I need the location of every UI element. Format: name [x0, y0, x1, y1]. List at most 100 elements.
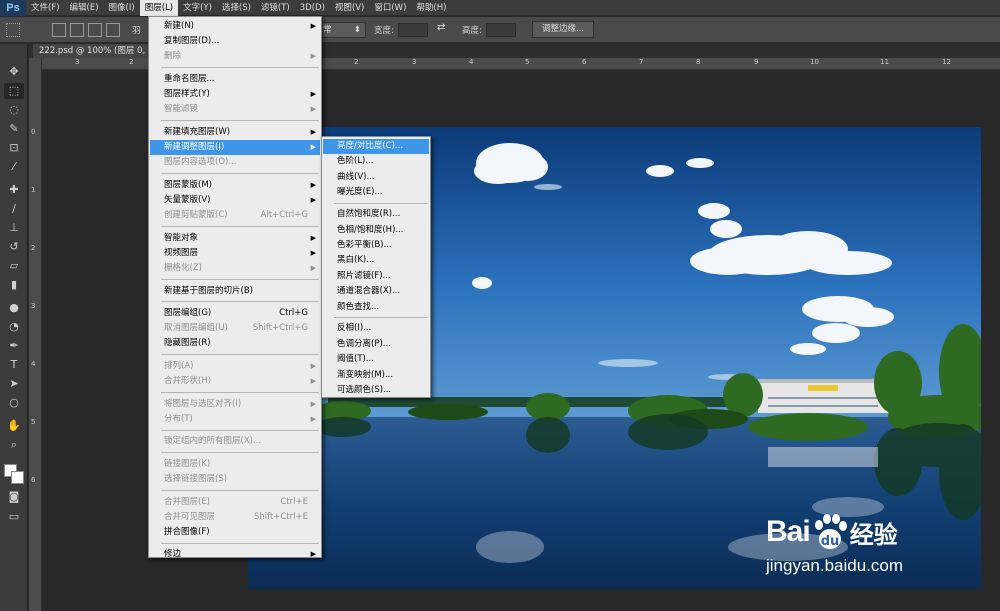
- menu-option[interactable]: 图层编组(G) Ctrl+G: [150, 306, 320, 321]
- type-icon[interactable]: T: [4, 357, 24, 373]
- menu-option[interactable]: 图层蒙版(M) ▶: [150, 178, 320, 193]
- menu-item-1[interactable]: 编辑(E): [65, 0, 104, 16]
- style-select[interactable]: 常 ⬍: [318, 22, 366, 38]
- menu-option[interactable]: 复制图层(D)...: [150, 34, 320, 49]
- hand-icon[interactable]: ✋: [4, 418, 24, 434]
- menu-option[interactable]: 自然饱和度(R)...: [323, 207, 429, 222]
- ruler-tick-label: 8: [696, 58, 701, 66]
- menu-item-7[interactable]: 3D(D): [295, 0, 330, 16]
- menu-item-8[interactable]: 视图(V): [330, 0, 369, 16]
- menu-option[interactable]: 重命名图层...: [150, 72, 320, 87]
- brush-icon[interactable]: ∕: [4, 201, 24, 217]
- rectangular-marquee-icon[interactable]: ⬚: [4, 83, 24, 99]
- ruler-tick-label: 9: [754, 58, 759, 66]
- menu-option-label: 图层内容选项(O)...: [164, 157, 237, 168]
- menu-separator: [161, 391, 319, 393]
- watermark-brand-2: 经验: [849, 521, 898, 549]
- menu-option[interactable]: 曝光度(E)...: [323, 185, 429, 200]
- crop-icon[interactable]: ⊡: [4, 140, 24, 156]
- spot-healing-icon[interactable]: ✚: [4, 182, 24, 198]
- menu-item-10[interactable]: 帮助(H): [411, 0, 451, 16]
- pen-icon[interactable]: ✒: [4, 338, 24, 354]
- menu-option[interactable]: 智能对象 ▶: [150, 231, 320, 246]
- blur-icon[interactable]: ●: [4, 300, 24, 316]
- menu-option[interactable]: 照片滤镜(F)...: [323, 269, 429, 284]
- menu-option[interactable]: 亮度/对比度(C)...: [323, 139, 429, 154]
- intersect-selection-icon[interactable]: [106, 23, 120, 37]
- vertical-ruler[interactable]: 0 1 2 3 4 5 6: [29, 58, 42, 611]
- width-input[interactable]: [398, 23, 428, 37]
- background-color-swatch[interactable]: [11, 471, 24, 484]
- menu-option[interactable]: 色调分离(P)...: [323, 337, 429, 352]
- menu-option-label: 智能对象: [164, 232, 199, 243]
- menu-option: 分布(T) ▶: [150, 412, 320, 427]
- menu-option-label: 自然饱和度(R)...: [337, 209, 401, 220]
- lasso-icon[interactable]: ◌: [4, 102, 24, 118]
- menu-option[interactable]: 修边 ▶: [150, 547, 320, 562]
- marquee-tool-preset-icon[interactable]: [6, 23, 20, 37]
- menu-item-9[interactable]: 窗口(W): [369, 0, 411, 16]
- gradient-icon[interactable]: ▮: [4, 277, 24, 293]
- menu-item-4[interactable]: 文字(Y): [178, 0, 217, 16]
- ruler-tick-label: 4: [469, 58, 474, 66]
- menu-option[interactable]: 颜色查找...: [323, 300, 429, 315]
- menu-option-label: 新建调整图层(J): [164, 142, 225, 152]
- menu-option[interactable]: 色相/饱和度(H)...: [323, 223, 429, 238]
- menu-option[interactable]: 新建(N) ▶: [150, 19, 320, 34]
- menu-option[interactable]: 阈值(T)...: [323, 352, 429, 367]
- menu-option[interactable]: 图层样式(Y) ▶: [150, 87, 320, 102]
- menu-option[interactable]: 黑白(K)...: [323, 253, 429, 268]
- menu-option[interactable]: 拼合图像(F): [150, 525, 320, 540]
- history-brush-icon[interactable]: ↺: [4, 239, 24, 255]
- menu-option[interactable]: 色彩平衡(B)...: [323, 238, 429, 253]
- menu-option[interactable]: 隐藏图层(R): [150, 336, 320, 351]
- eraser-icon[interactable]: ▱: [4, 258, 24, 274]
- quick-selection-icon[interactable]: ✎: [4, 121, 24, 137]
- menu-option: 创建剪贴蒙版(C) Alt+Ctrl+G: [150, 208, 320, 223]
- menu-option-label: 颜色查找...: [337, 301, 380, 312]
- menu-item-2[interactable]: 图像(I): [104, 0, 140, 16]
- menu-item-3[interactable]: 图层(L): [139, 0, 179, 16]
- menu-option[interactable]: 通道混合器(X)...: [323, 284, 429, 299]
- menu-option[interactable]: 反相(I)...: [323, 321, 429, 336]
- zoom-icon[interactable]: ⌕: [4, 437, 24, 453]
- move-tool-icon[interactable]: ✥: [4, 64, 24, 80]
- menu-option[interactable]: 可选颜色(S)...: [323, 383, 429, 398]
- ruler-tick-label: 1: [31, 186, 36, 194]
- ruler-tick-label: 7: [639, 58, 644, 66]
- menu-option-label: 隐藏图层(R): [164, 338, 211, 349]
- subtract-selection-icon[interactable]: [88, 23, 102, 37]
- menu-option[interactable]: 曲线(V)...: [323, 170, 429, 185]
- quick-mask-icon[interactable]: ◙: [4, 489, 24, 505]
- menu-item-5[interactable]: 选择(S): [217, 0, 256, 16]
- menu-separator: [161, 489, 319, 491]
- dodge-icon[interactable]: ◔: [4, 319, 24, 335]
- menu-option[interactable]: 渐变映射(M)...: [323, 368, 429, 383]
- menu-option-label: 图层样式(Y): [164, 89, 210, 100]
- watermark-url: jingyan.baidu.com: [766, 556, 904, 575]
- menu-option-label: 色相/饱和度(H)...: [337, 224, 404, 235]
- refine-edge-button[interactable]: 调整边缘...: [532, 21, 594, 38]
- submenu-arrow-icon: ▶: [310, 22, 316, 30]
- add-selection-icon[interactable]: [70, 23, 84, 37]
- clone-stamp-icon[interactable]: ⊥: [4, 220, 24, 236]
- menu-item-0[interactable]: 文件(F): [26, 0, 65, 16]
- screen-mode-icon[interactable]: ▭: [4, 509, 24, 525]
- new-selection-icon[interactable]: [52, 23, 66, 37]
- menu-item-6[interactable]: 滤镜(T): [256, 0, 295, 16]
- document-tab[interactable]: 222.psd @ 100% (图层 0, R: [33, 44, 160, 58]
- menu-option-label: 色调分离(P)...: [337, 338, 391, 349]
- height-input[interactable]: [486, 23, 516, 37]
- svg-text:du: du: [820, 534, 839, 549]
- menu-option[interactable]: 新建调整图层(J) ▶: [150, 140, 320, 155]
- menu-option[interactable]: 新建基于图层的切片(B): [150, 284, 320, 299]
- eyedropper-icon[interactable]: ⁄: [4, 159, 24, 175]
- ellipse-icon[interactable]: ○: [4, 395, 24, 411]
- swap-dimensions-icon[interactable]: ⇄: [437, 22, 445, 33]
- menu-option[interactable]: 视频图层 ▶: [150, 246, 320, 261]
- menu-option[interactable]: 新建填充图层(W) ▶: [150, 125, 320, 140]
- menu-option[interactable]: 色阶(L)...: [323, 154, 429, 169]
- path-selection-icon[interactable]: ➤: [4, 376, 24, 392]
- menu-option[interactable]: 矢量蒙版(V) ▶: [150, 193, 320, 208]
- submenu-arrow-icon: ▶: [310, 90, 316, 99]
